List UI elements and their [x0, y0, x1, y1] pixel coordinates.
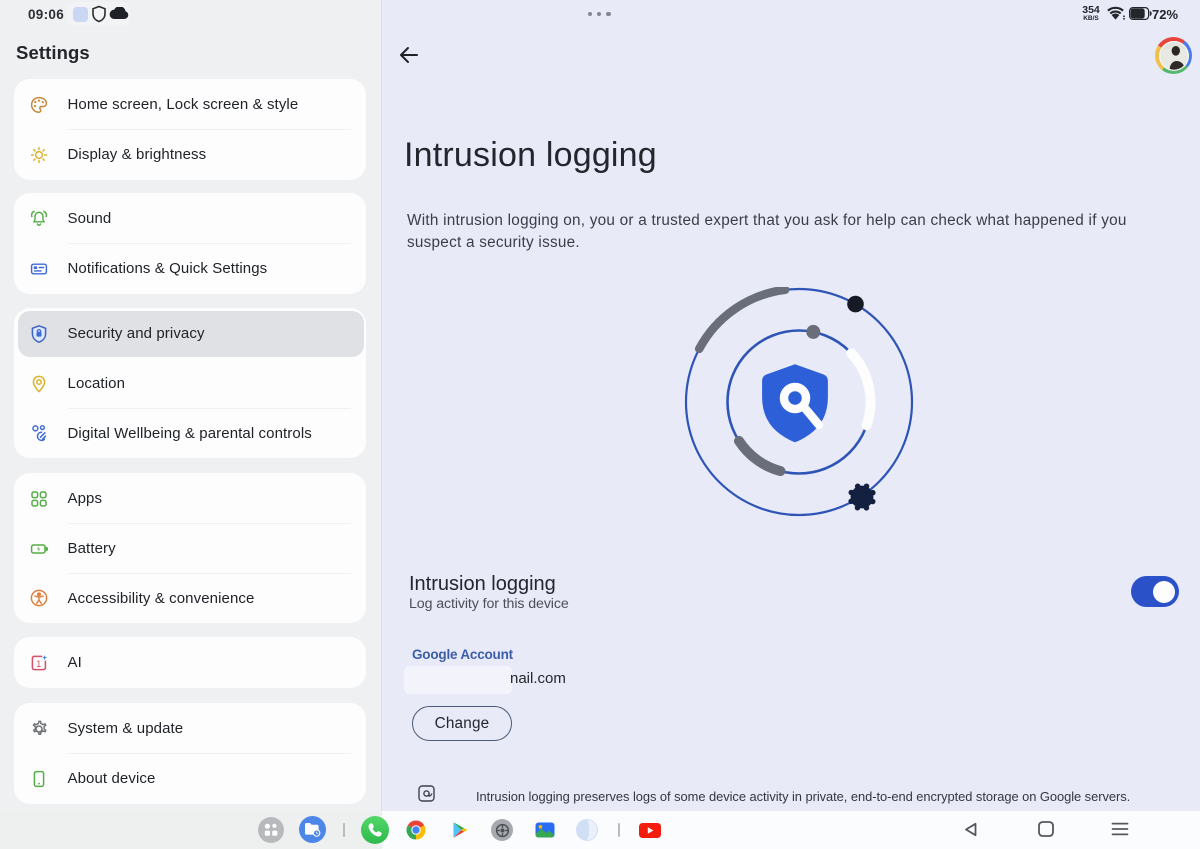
- svg-text:1: 1: [36, 659, 41, 669]
